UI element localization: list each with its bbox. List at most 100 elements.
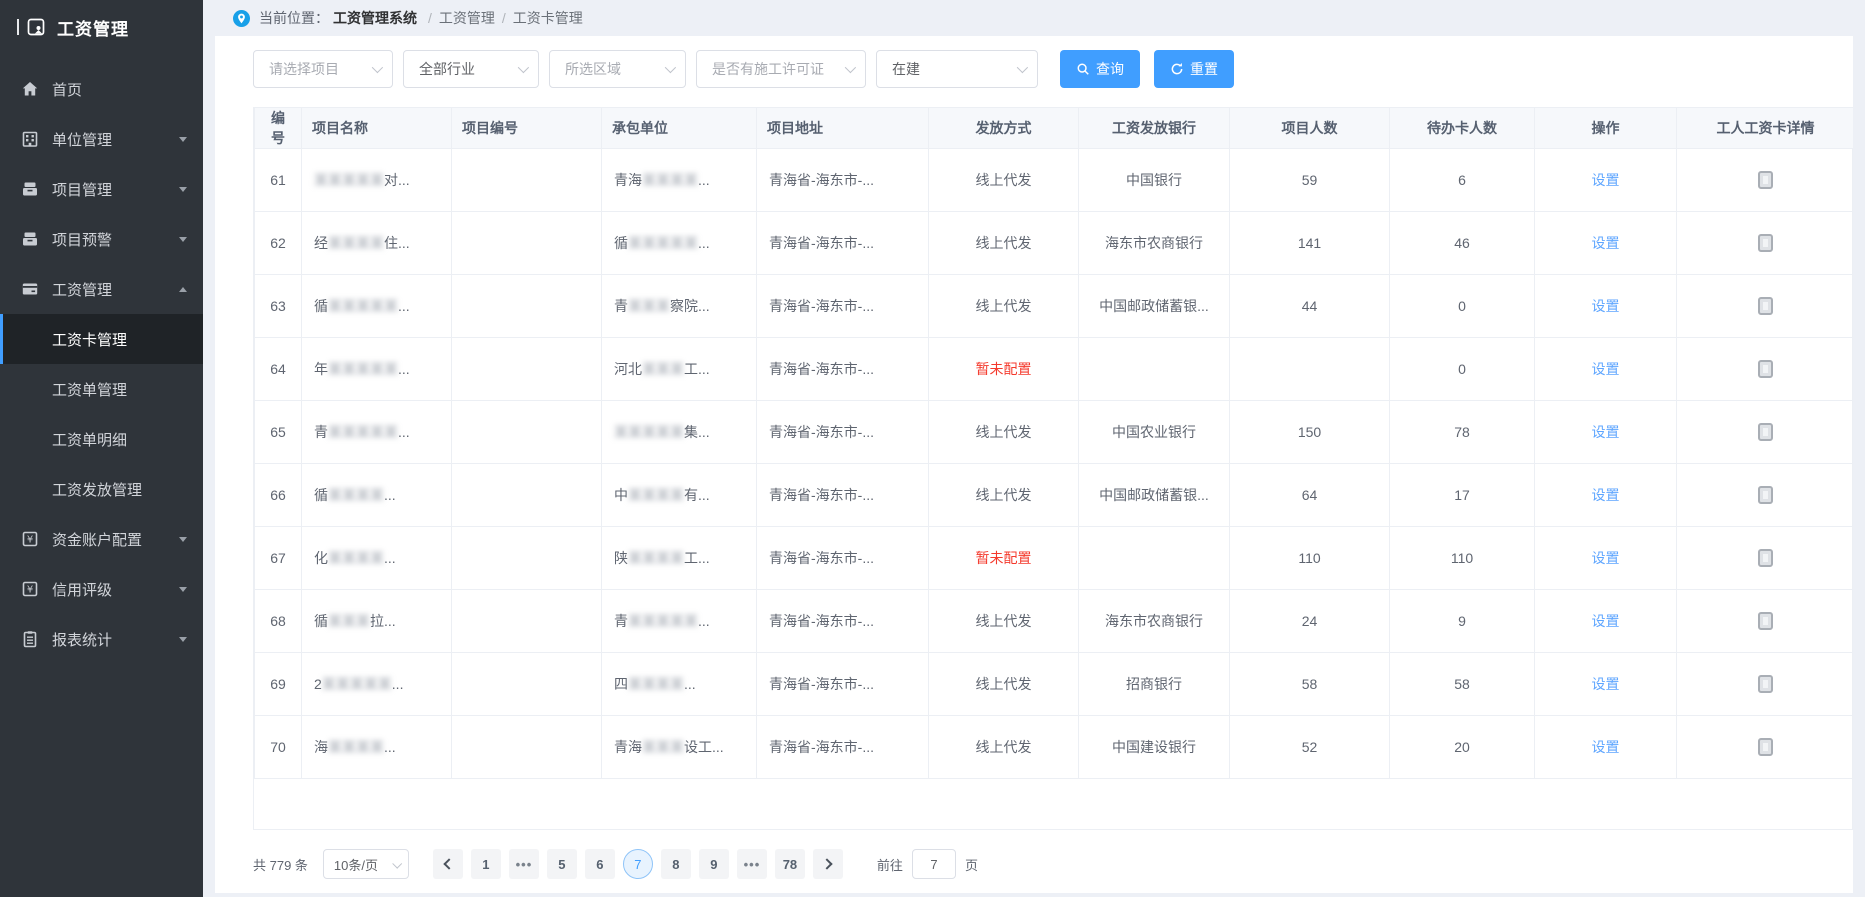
sidebar-item-project-alert[interactable]: 项目预警 — [0, 214, 203, 264]
worker-card-detail-icon[interactable] — [1758, 171, 1773, 189]
sidebar-subitem-payroll-mgmt[interactable]: 工资单管理 — [0, 364, 203, 414]
settings-link[interactable]: 设置 — [1592, 424, 1620, 440]
cell-address: 青海省-海东市-... — [757, 527, 929, 590]
cell-contractor: 四某某某某... — [602, 653, 757, 716]
content-card: 请选择项目 全部行业 所选区域 是否有施工许可证 在建 — [215, 36, 1853, 893]
pager-page-9[interactable]: 9 — [699, 849, 729, 879]
cell-contractor: 河北某某某工... — [602, 338, 757, 401]
cell-project-name: 循某某某拉... — [302, 590, 452, 653]
cell-actions: 设置 — [1535, 464, 1677, 527]
settings-link[interactable]: 设置 — [1592, 676, 1620, 692]
settings-link[interactable]: 设置 — [1592, 361, 1620, 377]
worker-card-detail-icon[interactable] — [1758, 738, 1773, 756]
sidebar-subitem-salary-issue-mgmt[interactable]: 工资发放管理 — [0, 464, 203, 514]
worker-card-detail-icon[interactable] — [1758, 675, 1773, 693]
cell-pending-cards: 17 — [1390, 464, 1535, 527]
censored-text: 某某某某 — [328, 739, 384, 755]
sidebar-submenu: 工资卡管理 工资单管理 工资单明细 工资发放管理 — [0, 314, 203, 514]
settings-link[interactable]: 设置 — [1592, 172, 1620, 188]
project-select[interactable]: 请选择项目 — [253, 50, 393, 88]
settings-link[interactable]: 设置 — [1592, 550, 1620, 566]
permit-select[interactable]: 是否有施工许可证 — [696, 50, 866, 88]
worker-card-detail-icon[interactable] — [1758, 486, 1773, 504]
pager-ellipsis[interactable]: ••• — [509, 849, 539, 879]
cell-people-count: 141 — [1230, 212, 1390, 275]
cell-people-count: 44 — [1230, 275, 1390, 338]
sidebar-subitem-payroll-detail[interactable]: 工资单明细 — [0, 414, 203, 464]
sidebar-item-credit-rating[interactable]: ¥ 信用评级 — [0, 564, 203, 614]
breadcrumb-label: 当前位置： — [259, 8, 329, 28]
settings-link[interactable]: 设置 — [1592, 613, 1620, 629]
cell-worker-card-detail — [1677, 590, 1854, 653]
goto-page: 前往 页 — [877, 849, 978, 879]
settings-link[interactable]: 设置 — [1592, 298, 1620, 314]
sidebar-item-fund-account[interactable]: ¥ 资金账户配置 — [0, 514, 203, 564]
settings-link[interactable]: 设置 — [1592, 739, 1620, 755]
search-button[interactable]: 查询 — [1060, 50, 1140, 88]
sidebar-item-salary-mgmt[interactable]: 工资管理 — [0, 264, 203, 314]
worker-card-detail-icon[interactable] — [1758, 297, 1773, 315]
censored-text: 某某某某某 — [628, 613, 698, 629]
page-size-select[interactable]: 10条/页 — [323, 849, 409, 879]
pager-page-6[interactable]: 6 — [585, 849, 615, 879]
reset-button[interactable]: 重置 — [1154, 50, 1234, 88]
sidebar-item-project-mgmt[interactable]: 项目管理 — [0, 164, 203, 214]
cell-address: 青海省-海东市-... — [757, 275, 929, 338]
svg-text:¥: ¥ — [27, 585, 33, 596]
pager: 1•••56789•••78 — [467, 849, 809, 879]
cell-pay-method: 线上代发 — [929, 212, 1079, 275]
pager-page-78[interactable]: 78 — [775, 849, 805, 879]
chevron-down-icon — [845, 62, 856, 73]
settings-link[interactable]: 设置 — [1592, 235, 1620, 251]
col-worker-card-detail: 工人工资卡详情 — [1677, 108, 1854, 149]
breadcrumb-root[interactable]: 工资管理系统 — [333, 8, 417, 28]
status-select[interactable]: 在建 — [876, 50, 1038, 88]
breadcrumb-item[interactable]: 工资管理 — [439, 8, 495, 28]
pager-page-7[interactable]: 7 — [623, 849, 653, 879]
cell-people-count — [1230, 338, 1390, 401]
settings-link[interactable]: 设置 — [1592, 487, 1620, 503]
cell-people-count: 150 — [1230, 401, 1390, 464]
cell-bank: 海东市农商银行 — [1079, 590, 1230, 653]
sidebar: 工资管理 首页 单位管理 项目管理 — [0, 0, 203, 897]
sidebar-item-report-stats[interactable]: 报表统计 — [0, 614, 203, 664]
cell-bank: 中国农业银行 — [1079, 401, 1230, 464]
report-icon — [20, 629, 40, 649]
cell-address: 青海省-海东市-... — [757, 338, 929, 401]
sidebar-subitem-salary-card-mgmt[interactable]: 工资卡管理 — [0, 314, 203, 364]
worker-card-detail-icon[interactable] — [1758, 234, 1773, 252]
worker-card-detail-icon[interactable] — [1758, 360, 1773, 378]
industry-select[interactable]: 全部行业 — [403, 50, 539, 88]
cell-bank: 招商银行 — [1079, 653, 1230, 716]
breadcrumb-item[interactable]: 工资卡管理 — [513, 8, 583, 28]
cell-worker-card-detail — [1677, 401, 1854, 464]
worker-card-detail-icon[interactable] — [1758, 612, 1773, 630]
sidebar-item-home[interactable]: 首页 — [0, 64, 203, 114]
pager-page-1[interactable]: 1 — [471, 849, 501, 879]
region-select[interactable]: 所选区域 — [549, 50, 686, 88]
cell-contractor: 陕某某某某工... — [602, 527, 757, 590]
table-body: 61某某某某某对...青海某某某某...青海省-海东市-...线上代发中国银行5… — [255, 149, 1854, 779]
next-page-button[interactable] — [813, 849, 843, 879]
pager-ellipsis[interactable]: ••• — [737, 849, 767, 879]
cell-actions: 设置 — [1535, 716, 1677, 779]
censored-text: 某某某 — [642, 361, 684, 377]
cell-bank: 中国建设银行 — [1079, 716, 1230, 779]
refresh-icon — [1170, 62, 1184, 76]
pager-page-5[interactable]: 5 — [547, 849, 577, 879]
table-row: 61某某某某某对...青海某某某某...青海省-海东市-...线上代发中国银行5… — [255, 149, 1854, 212]
cell-worker-card-detail — [1677, 212, 1854, 275]
censored-text: 某某某某某 — [314, 172, 384, 188]
home-icon — [20, 79, 40, 99]
sidebar-menu: 首页 单位管理 项目管理 — [0, 64, 203, 664]
cell-project-code — [452, 653, 602, 716]
cell-pending-cards: 110 — [1390, 527, 1535, 590]
pager-page-8[interactable]: 8 — [661, 849, 691, 879]
censored-text: 某某某 — [628, 298, 670, 314]
sidebar-item-unit-mgmt[interactable]: 单位管理 — [0, 114, 203, 164]
worker-card-detail-icon[interactable] — [1758, 423, 1773, 441]
cell-pay-method: 暂未配置 — [929, 338, 1079, 401]
goto-page-input[interactable] — [912, 849, 956, 879]
prev-page-button[interactable] — [433, 849, 463, 879]
worker-card-detail-icon[interactable] — [1758, 549, 1773, 567]
